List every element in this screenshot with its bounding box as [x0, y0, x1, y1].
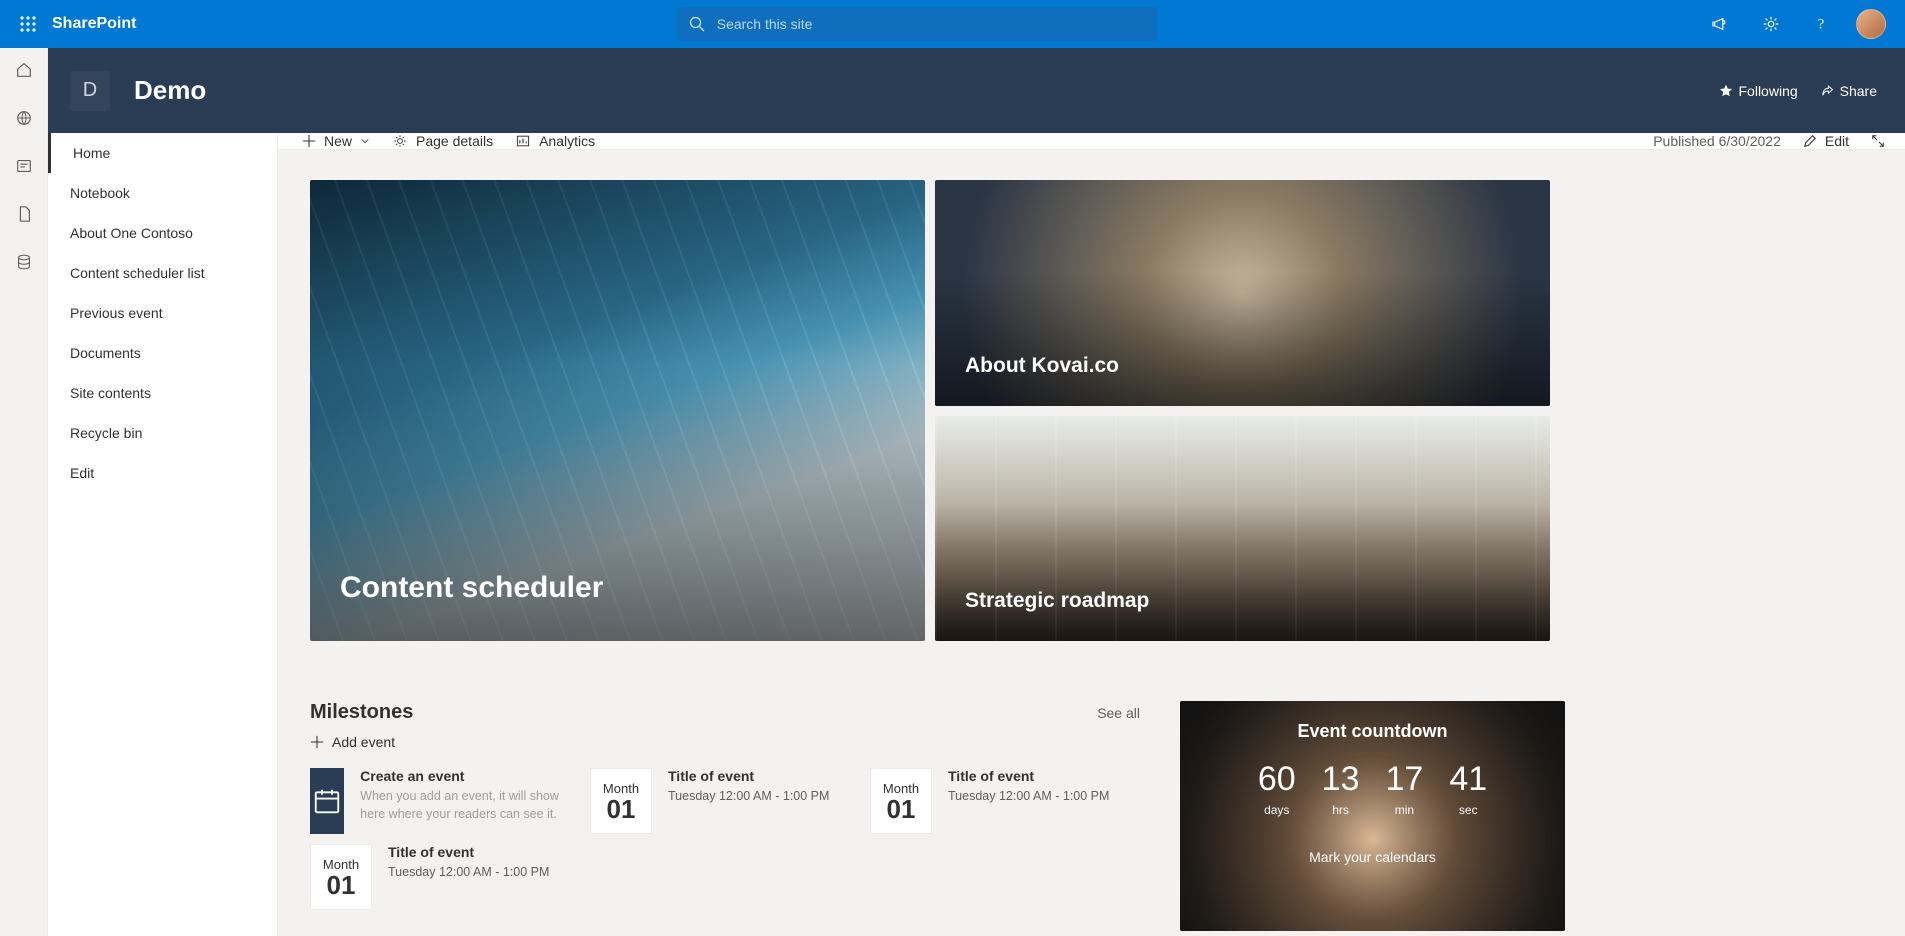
- site-header: D Demo Following Share: [48, 48, 1905, 133]
- pencil-icon: [1803, 134, 1817, 148]
- o365-brand-label[interactable]: SharePoint: [52, 15, 136, 33]
- nav-item-home[interactable]: Home: [48, 133, 277, 173]
- search-input[interactable]: [715, 15, 1145, 33]
- avatar: [1856, 9, 1886, 39]
- published-label: Published 6/30/2022: [1653, 133, 1781, 149]
- new-button[interactable]: New: [302, 133, 370, 149]
- rail-lists-button[interactable]: [14, 252, 34, 272]
- milestones-webpart: Milestones See all Add event: [310, 701, 1140, 931]
- share-label: Share: [1840, 83, 1877, 99]
- hero-tile-main[interactable]: Content scheduler: [310, 180, 925, 641]
- nav-item-site-contents[interactable]: Site contents: [48, 373, 277, 413]
- nav-item-about-one-contoso[interactable]: About One Contoso: [48, 213, 277, 253]
- help-icon: ?: [1812, 15, 1830, 33]
- event-sub: Tuesday 12:00 AM - 1:00 PM: [668, 788, 829, 806]
- hero-tile-1-title: About Kovai.co: [965, 354, 1119, 378]
- app-launcher-button[interactable]: [4, 0, 52, 48]
- rail-sites-button[interactable]: [14, 108, 34, 128]
- expand-icon: [1871, 134, 1885, 148]
- hero-tile-2[interactable]: Strategic roadmap: [935, 416, 1550, 642]
- megaphone-button[interactable]: [1697, 0, 1745, 48]
- waffle-icon: [20, 16, 36, 32]
- star-filled-icon: [1719, 84, 1733, 98]
- countdown-min: 17: [1386, 760, 1424, 799]
- command-bar: New Page details Analytics P: [278, 133, 1905, 150]
- event-sub: Tuesday 12:00 AM - 1:00 PM: [388, 864, 549, 882]
- hero-tile-1[interactable]: About Kovai.co: [935, 180, 1550, 406]
- search-box[interactable]: [677, 7, 1157, 41]
- plus-icon: [302, 134, 316, 148]
- chevron-down-icon: [360, 136, 370, 146]
- hero-tile-2-title: Strategic roadmap: [965, 589, 1149, 613]
- search-icon: [689, 16, 705, 32]
- event-sub: When you add an event, it will show here…: [360, 788, 580, 823]
- edit-button[interactable]: Edit: [1803, 133, 1849, 149]
- site-title[interactable]: Demo: [134, 75, 206, 106]
- following-button[interactable]: Following: [1719, 83, 1798, 99]
- see-all-link[interactable]: See all: [1097, 705, 1140, 721]
- event-item[interactable]: Month01 Title of eventTuesday 12:00 AM -…: [870, 768, 1140, 834]
- nav-item-edit[interactable]: Edit: [48, 453, 277, 493]
- globe-icon: [15, 109, 33, 127]
- event-item[interactable]: Month01 Title of eventTuesday 12:00 AM -…: [310, 844, 580, 910]
- calendar-icon: [310, 768, 344, 834]
- countdown-title: Event countdown: [1298, 721, 1448, 742]
- left-navigation: Home Notebook About One Contoso Content …: [48, 133, 278, 936]
- countdown-subtitle: Mark your calendars: [1309, 849, 1436, 865]
- account-button[interactable]: [1847, 0, 1895, 48]
- event-title: Title of event: [668, 768, 829, 784]
- event-title: Title of event: [388, 844, 549, 860]
- site-logo[interactable]: D: [70, 71, 110, 111]
- settings-button[interactable]: [1747, 0, 1795, 48]
- countdown-webpart[interactable]: Event countdown 60days 13hrs 17min 41sec…: [1180, 701, 1565, 931]
- event-title: Title of event: [948, 768, 1109, 784]
- database-icon: [15, 253, 33, 271]
- svg-text:?: ?: [1818, 17, 1824, 33]
- nav-item-notebook[interactable]: Notebook: [48, 173, 277, 213]
- o365-header: SharePoint ?: [0, 0, 1905, 48]
- edit-label: Edit: [1825, 133, 1849, 149]
- milestones-heading: Milestones: [310, 701, 413, 724]
- hero-webpart: Content scheduler About Kovai.co Strateg…: [310, 180, 1865, 641]
- analytics-icon: [515, 133, 531, 149]
- nav-item-documents[interactable]: Documents: [48, 333, 277, 373]
- new-label: New: [324, 133, 352, 149]
- event-sub: Tuesday 12:00 AM - 1:00 PM: [948, 788, 1109, 806]
- app-rail: [0, 48, 48, 936]
- page-details-button[interactable]: Page details: [392, 133, 493, 149]
- countdown-hrs: 13: [1322, 760, 1360, 799]
- home-icon: [15, 61, 33, 79]
- news-icon: [15, 157, 33, 175]
- share-icon: [1820, 84, 1834, 98]
- page-canvas: Content scheduler About Kovai.co Strateg…: [278, 150, 1905, 936]
- gear-icon: [392, 133, 408, 149]
- event-create-placeholder[interactable]: Create an event When you add an event, i…: [310, 768, 580, 834]
- event-title: Create an event: [360, 768, 580, 784]
- event-item[interactable]: Month01 Title of eventTuesday 12:00 AM -…: [590, 768, 860, 834]
- following-label: Following: [1739, 83, 1798, 99]
- file-icon: [15, 205, 33, 223]
- rail-home-button[interactable]: [14, 60, 34, 80]
- help-button[interactable]: ?: [1797, 0, 1845, 48]
- countdown-days: 60: [1258, 760, 1296, 799]
- plus-icon: [310, 735, 324, 749]
- add-event-label: Add event: [332, 734, 395, 750]
- rail-files-button[interactable]: [14, 204, 34, 224]
- analytics-button[interactable]: Analytics: [515, 133, 595, 149]
- nav-item-previous-event[interactable]: Previous event: [48, 293, 277, 333]
- megaphone-icon: [1712, 15, 1730, 33]
- nav-item-recycle-bin[interactable]: Recycle bin: [48, 413, 277, 453]
- nav-item-content-scheduler-list[interactable]: Content scheduler list: [48, 253, 277, 293]
- share-button[interactable]: Share: [1820, 83, 1877, 99]
- expand-button[interactable]: [1871, 134, 1885, 148]
- gear-icon: [1762, 15, 1780, 33]
- add-event-button[interactable]: Add event: [310, 734, 1140, 750]
- hero-tile-main-title: Content scheduler: [340, 571, 603, 605]
- countdown-sec: 41: [1449, 760, 1487, 799]
- page-details-label: Page details: [416, 133, 493, 149]
- analytics-label: Analytics: [539, 133, 595, 149]
- rail-news-button[interactable]: [14, 156, 34, 176]
